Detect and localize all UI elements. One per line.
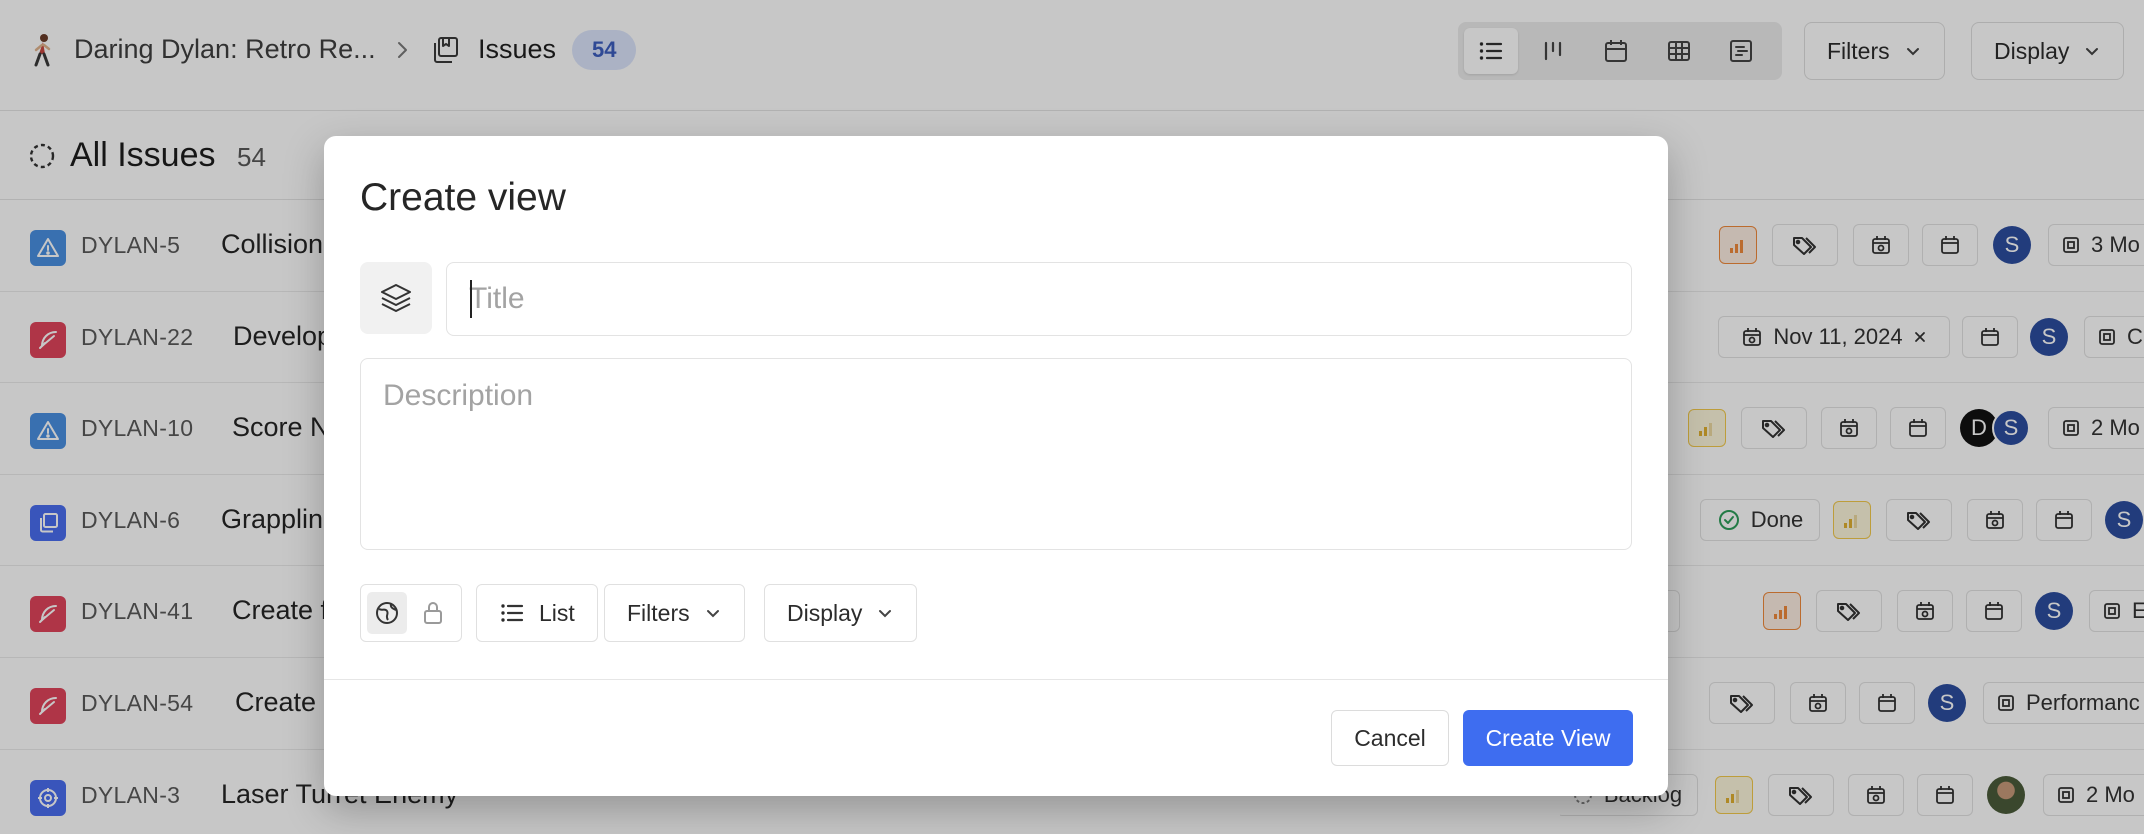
modal-filters-label: Filters: [627, 599, 690, 626]
layout-label: List: [539, 599, 575, 626]
modal-title: Create view: [360, 176, 566, 219]
modal-display-button[interactable]: Display: [764, 584, 918, 642]
modal-display-label: Display: [787, 599, 863, 626]
modal-divider: [324, 679, 1668, 680]
globe-icon: [376, 602, 398, 624]
view-icon-picker[interactable]: [360, 262, 432, 334]
access-toggle: [360, 584, 462, 642]
create-view-button[interactable]: Create View: [1463, 710, 1633, 766]
chevron-down-icon: [706, 610, 719, 618]
lock-icon: [424, 602, 442, 624]
list-icon: [501, 604, 524, 622]
text-caret: [470, 280, 472, 318]
view-title-input[interactable]: [446, 262, 1632, 336]
public-access-button[interactable]: [367, 592, 407, 634]
chevron-down-icon: [879, 610, 892, 618]
create-view-modal: Create view List Filters Display Cancel …: [324, 136, 1668, 796]
layout-dropdown-button[interactable]: List: [476, 584, 598, 642]
layers-icon: [381, 284, 411, 312]
private-access-button[interactable]: [413, 592, 453, 634]
cancel-button[interactable]: Cancel: [1331, 710, 1449, 766]
view-description-input[interactable]: [360, 358, 1632, 550]
modal-filters-button[interactable]: Filters: [604, 584, 745, 642]
